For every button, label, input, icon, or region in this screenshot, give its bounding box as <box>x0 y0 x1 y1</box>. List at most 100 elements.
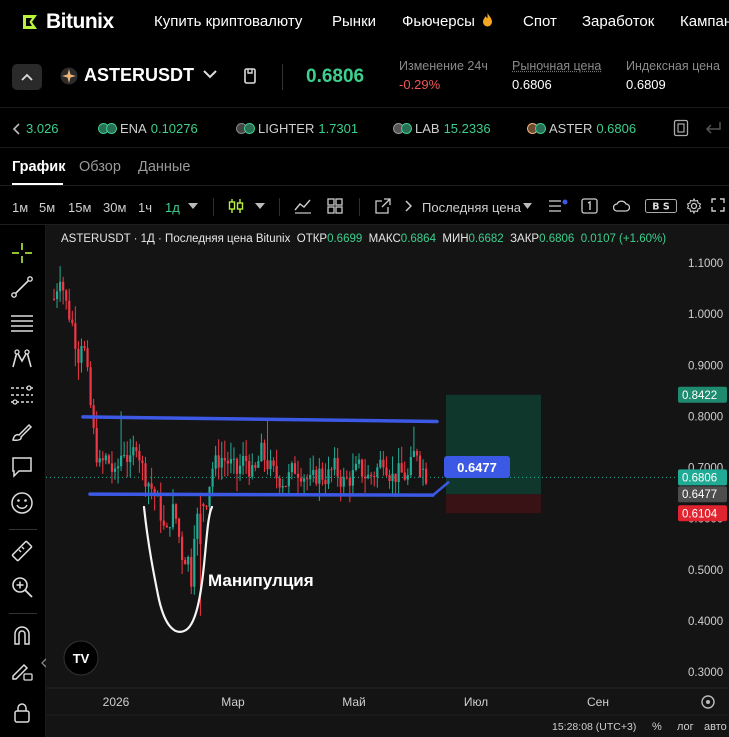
price-type-select[interactable]: Последняя цена <box>422 200 521 215</box>
strip-item[interactable]: LAB 15.2336 <box>393 121 491 136</box>
chart-canvas[interactable]: 1.10001.00000.90000.80000.70000.60000.50… <box>46 225 729 737</box>
callout-label: 0.6477 <box>457 460 497 475</box>
brush-icon[interactable] <box>10 419 34 443</box>
candle-body <box>59 281 62 292</box>
candle-body <box>336 458 339 477</box>
layout-icon[interactable] <box>673 119 689 137</box>
crosshair-icon[interactable] <box>10 241 34 265</box>
strip-name: ASTER <box>549 121 593 136</box>
nav-markets[interactable]: Рынки <box>332 13 376 30</box>
candle-body <box>80 346 83 363</box>
candle-body <box>357 459 361 464</box>
candle-body <box>71 319 74 324</box>
nav-spot[interactable]: Спот <box>523 13 557 30</box>
nav-buy-crypto[interactable]: Купить криптовалюту <box>154 13 302 30</box>
y-tick-label: 1.1000 <box>688 258 723 270</box>
candle-body <box>257 461 260 468</box>
candle-body <box>348 478 351 486</box>
collapse-button[interactable] <box>12 64 42 90</box>
chevron-down-icon[interactable] <box>203 70 217 79</box>
ruler-icon[interactable] <box>10 539 34 563</box>
horizontal-lines-icon[interactable] <box>10 311 34 335</box>
timeframe-1h[interactable]: 1ч <box>138 200 152 215</box>
candle-body <box>184 559 187 565</box>
zoom-in-icon[interactable] <box>10 575 34 599</box>
candle-body <box>242 455 245 466</box>
candle-body <box>415 451 419 456</box>
nav-futures[interactable]: Фьючерсы <box>402 13 493 30</box>
chart-toolbar: 1м 5м 15м 30м 1ч 1д Последняя цена B S <box>0 187 729 225</box>
candle-body <box>193 538 196 587</box>
candle-body <box>269 460 272 470</box>
toolbar-divider <box>213 198 214 216</box>
lock-icon[interactable] <box>10 701 34 725</box>
candle-body <box>272 460 275 466</box>
divider <box>282 64 283 90</box>
candle-body <box>403 472 406 480</box>
timeframe-1m[interactable]: 1м <box>12 200 28 215</box>
nav-earn[interactable]: Заработок <box>582 13 654 30</box>
alert-settings-icon[interactable] <box>548 198 568 214</box>
candle-body <box>138 451 141 461</box>
candle-body <box>196 513 199 539</box>
logo-text: Bitunix <box>46 10 114 33</box>
candle-body <box>397 463 400 482</box>
trendline-icon[interactable] <box>10 275 34 299</box>
candle-body <box>400 463 403 473</box>
candle-body <box>147 483 150 487</box>
candle-body <box>315 469 318 484</box>
gear-icon[interactable] <box>686 198 702 214</box>
strip-item[interactable]: ASTER 0.6806 <box>527 121 636 136</box>
channel-lower-line <box>88 492 435 497</box>
fib-icon[interactable] <box>10 383 34 407</box>
timeframe-15m[interactable]: 15м <box>68 200 91 215</box>
caret-down-icon[interactable] <box>523 203 532 209</box>
tab-chart[interactable]: График <box>12 159 65 175</box>
candle-body <box>321 468 324 480</box>
candle-body <box>214 455 217 469</box>
external-link-icon[interactable] <box>375 198 391 214</box>
fullscreen-icon[interactable] <box>711 198 725 212</box>
candle-body <box>284 486 287 488</box>
coin-icon <box>535 123 546 134</box>
candle-body <box>382 459 385 468</box>
caret-down-icon[interactable] <box>188 203 198 209</box>
tab-underline <box>12 183 63 185</box>
return-icon[interactable] <box>704 119 722 135</box>
strip-item[interactable]: LIGHTER 1.7301 <box>236 121 358 136</box>
chevron-right-icon[interactable] <box>404 200 412 212</box>
ticker-header: ASTERUSDT 0.6806 Изменение 24ч -0.29% Ры… <box>0 44 729 108</box>
nav-campaigns[interactable]: Кампан <box>680 13 729 30</box>
grid-layout-icon[interactable] <box>327 198 343 214</box>
magnet-icon[interactable] <box>10 623 34 647</box>
pencil-lock-icon[interactable] <box>10 659 34 683</box>
candles-icon[interactable] <box>228 198 244 214</box>
buy-sell-icon[interactable]: B S <box>645 199 677 213</box>
tab-data[interactable]: Данные <box>138 159 190 175</box>
candle-body <box>309 474 312 480</box>
price-chart[interactable]: 1.10001.00000.90000.80000.70000.60000.50… <box>46 225 729 737</box>
symbol-name[interactable]: ASTERUSDT <box>84 65 194 86</box>
pattern-icon[interactable] <box>10 347 34 371</box>
candle-body <box>129 455 132 462</box>
strip-item[interactable]: 3.026 <box>12 121 59 136</box>
bitunix-logo[interactable]: Bitunix <box>20 10 146 34</box>
emoji-icon[interactable] <box>10 491 34 515</box>
document-icon[interactable] <box>243 68 257 84</box>
tab-overview[interactable]: Обзор <box>79 159 121 175</box>
coin-icon <box>106 123 117 134</box>
timeframe-30m[interactable]: 30м <box>103 200 126 215</box>
stat-value: 0.6806 <box>512 77 552 92</box>
indicators-icon[interactable] <box>294 198 312 214</box>
caret-down-icon[interactable] <box>255 203 265 209</box>
timeframe-5m[interactable]: 5м <box>39 200 55 215</box>
cloud-icon[interactable] <box>613 198 630 214</box>
candle-body <box>171 504 175 528</box>
chevron-left-icon[interactable] <box>12 122 22 135</box>
timeframe-1d[interactable]: 1д <box>165 200 180 215</box>
drawing-toolbar <box>0 225 47 737</box>
one-icon[interactable] <box>581 198 598 214</box>
comment-icon[interactable] <box>10 455 34 479</box>
candle-body <box>367 474 370 479</box>
strip-item[interactable]: ENA 0.10276 <box>98 121 198 136</box>
